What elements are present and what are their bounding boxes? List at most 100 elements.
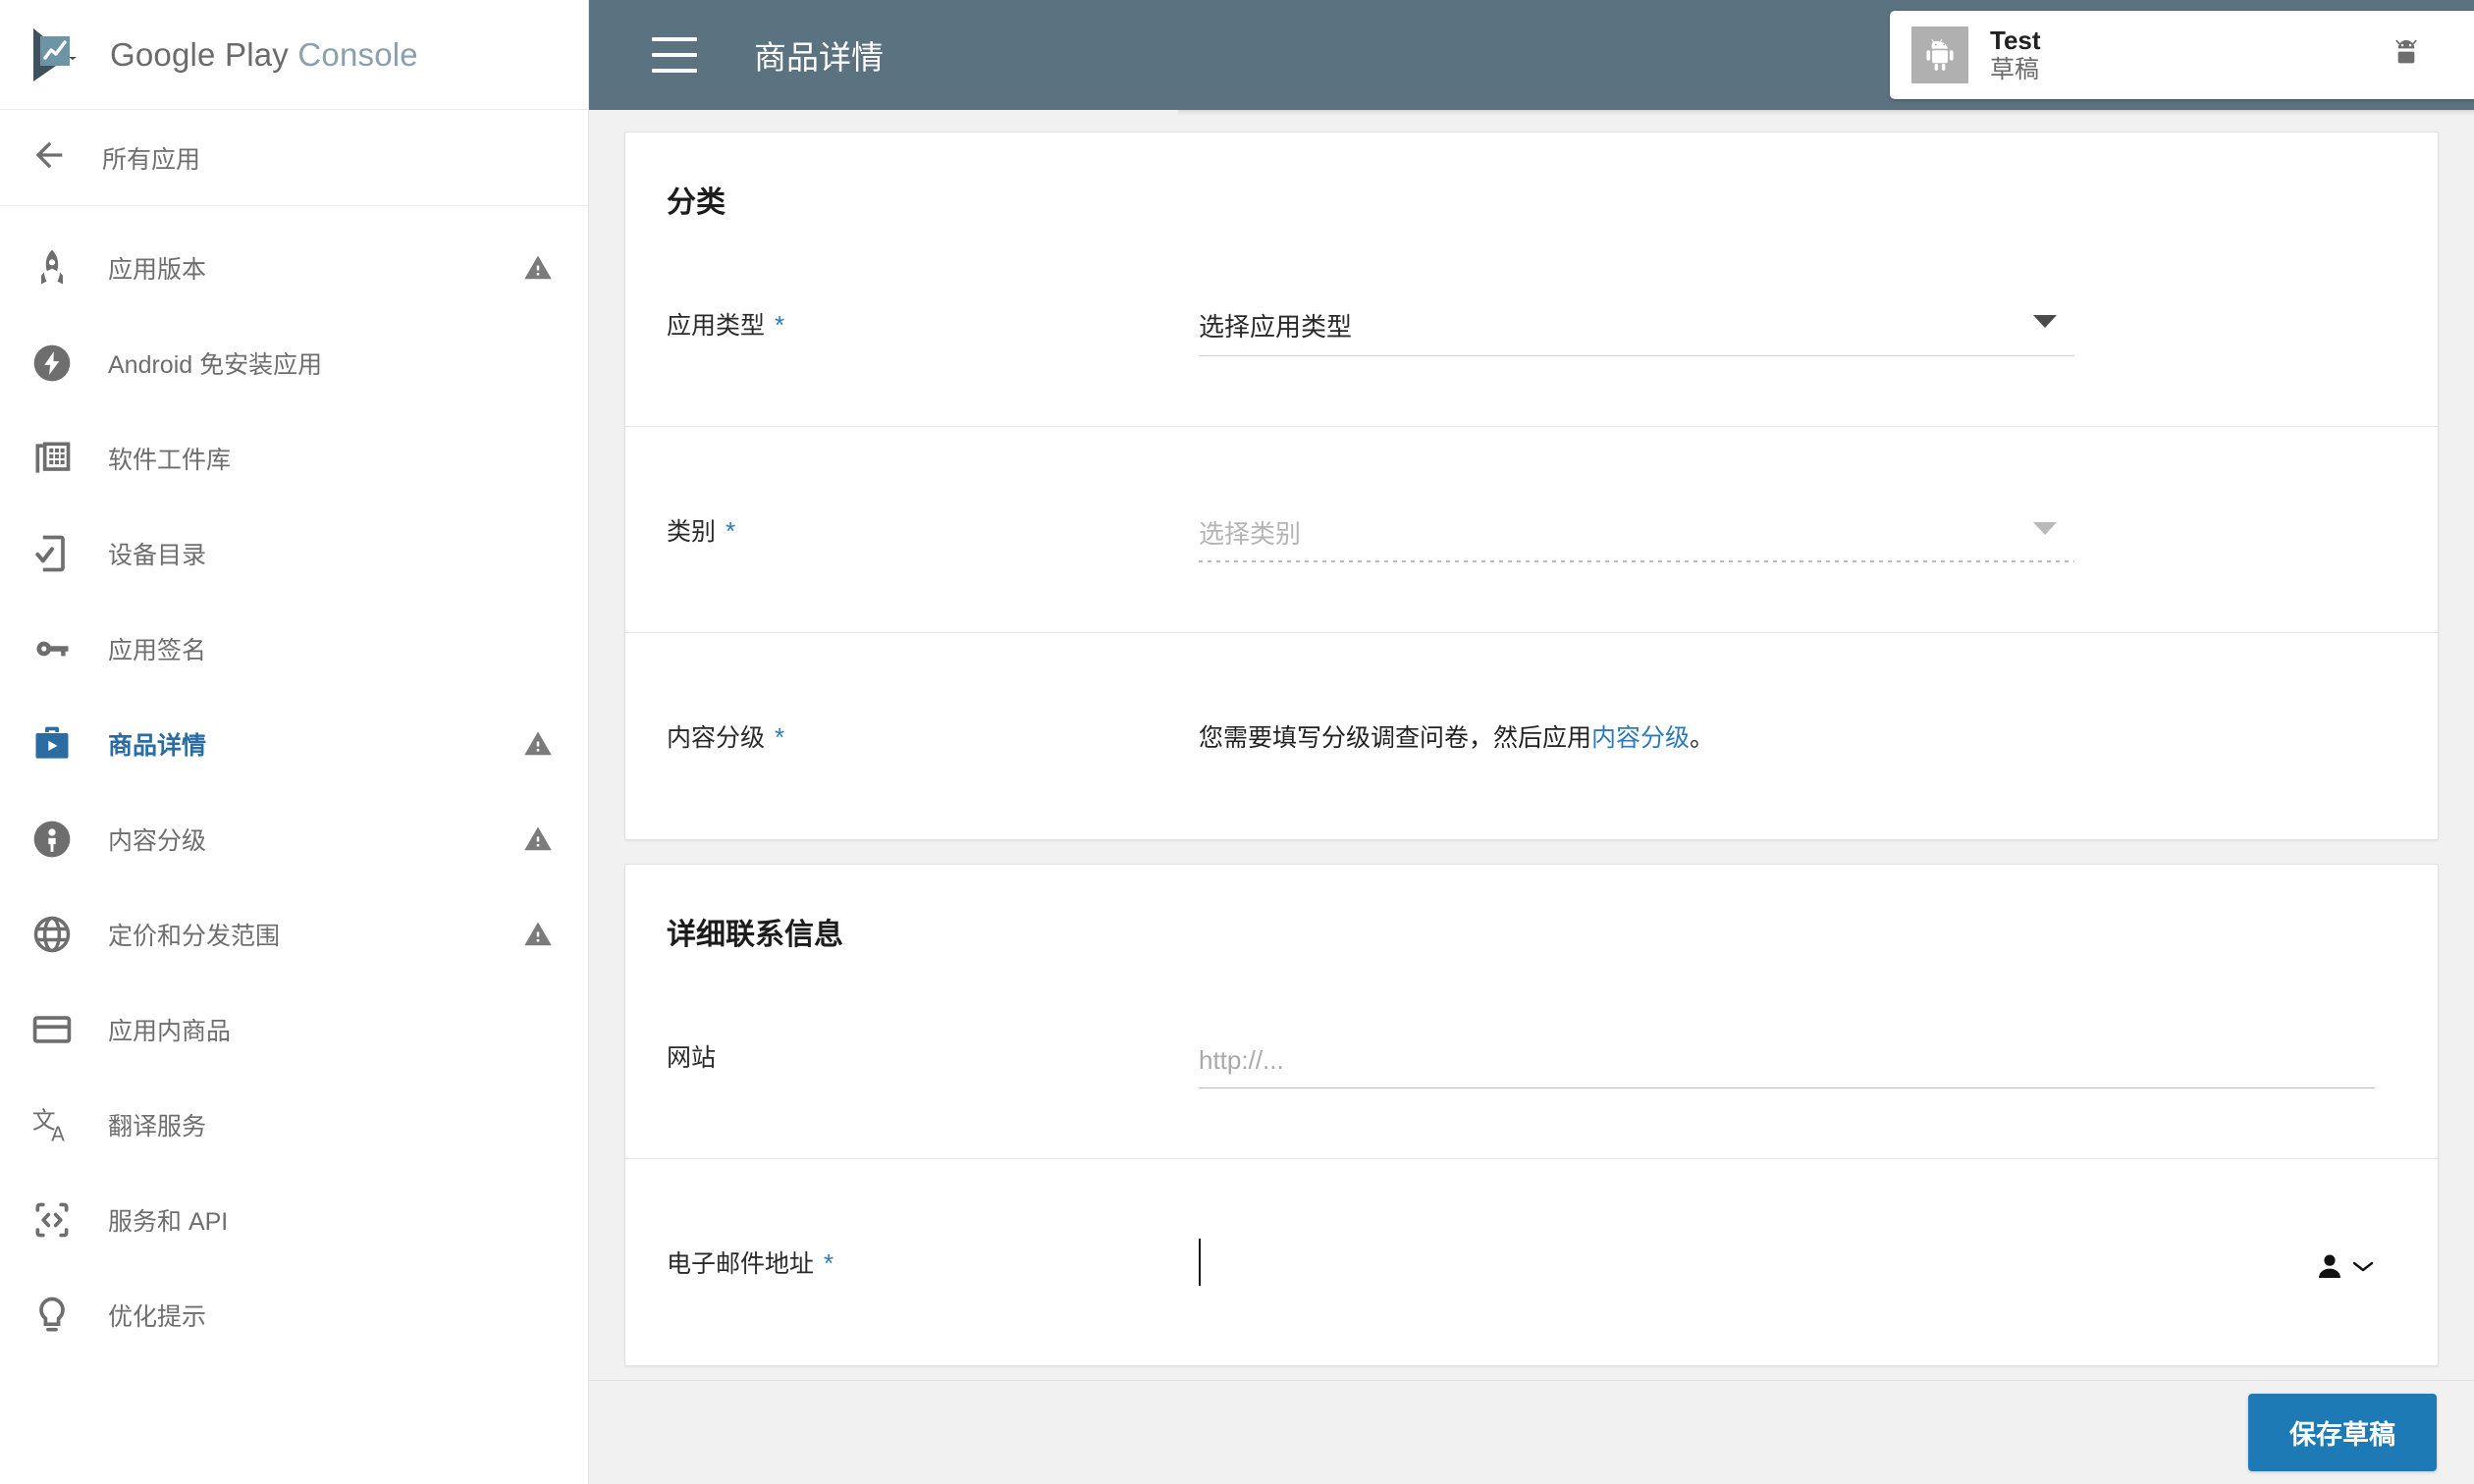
globe-icon — [29, 912, 75, 957]
sidebar-item-label: 应用版本 — [108, 255, 207, 284]
sidebar-item-label: Android 免安装应用 — [108, 350, 323, 379]
field-label: 类别 * — [667, 512, 1199, 548]
sidebar-item-label: 商品详情 — [108, 731, 207, 760]
key-icon — [29, 626, 75, 671]
required-asterisk: * — [775, 722, 785, 752]
top-bar-actions — [2191, 0, 2437, 110]
field-label-text: 网站 — [667, 1043, 717, 1072]
note-text-after: 。 — [1690, 724, 1715, 752]
required-asterisk: * — [824, 1248, 834, 1278]
field-control: 选择类别 — [1199, 498, 2396, 562]
row-email: 电子邮件地址 * — [625, 1159, 2438, 1365]
website-placeholder: http://... — [1199, 1044, 1284, 1075]
warning-triangle-icon — [523, 920, 553, 949]
person-icon — [2314, 1250, 2345, 1287]
sidebar-nav-list: 应用版本 Android 免安装应用 软件工件库 设备目录 应用签名 商品详情 … — [0, 206, 588, 1362]
main-area: 商品详情 Test 草稿 分类 应用类型 * 选择应用类型 类别 * 选择类别 … — [589, 0, 2474, 1484]
dropdown-triangle-icon — [2033, 314, 2057, 334]
field-label-text: 内容分级 — [667, 724, 766, 752]
arrow-left-icon — [29, 135, 69, 180]
question-icon[interactable] — [2284, 29, 2335, 80]
contact-picker-button[interactable] — [2314, 1250, 2375, 1287]
app-status: 草稿 — [1990, 55, 2040, 83]
sidebar-item-content-rating[interactable]: 内容分级 — [0, 791, 588, 886]
sidebar-item-label: 内容分级 — [108, 826, 207, 855]
content-scroll-area[interactable]: 分类 应用类型 * 选择应用类型 类别 * 选择类别 内容分级 * 您需要填写分… — [589, 110, 2474, 1484]
bolt-circle-icon — [29, 341, 75, 386]
application-type-select[interactable]: 选择应用类型 — [1199, 292, 2074, 356]
field-label: 网站 — [667, 1038, 1199, 1074]
row-content-rating: 内容分级 * 您需要填写分级调查问卷，然后应用内容分级。 — [625, 633, 2438, 839]
content-rating-icon — [29, 817, 75, 862]
android-robot-icon — [1911, 26, 1968, 83]
svg-text:A: A — [51, 1122, 65, 1145]
sidebar-item-label: 优化提示 — [108, 1302, 207, 1331]
sidebar-item-services-apis[interactable]: 服务和 API — [0, 1172, 588, 1267]
sidebar-item-all-apps[interactable]: 所有应用 — [0, 110, 588, 206]
brand-console: Console — [297, 35, 418, 73]
sidebar-item-label: 所有应用 — [102, 145, 201, 174]
warning-triangle-icon — [523, 253, 553, 283]
warning-triangle-icon — [523, 729, 553, 759]
field-label: 应用类型 * — [667, 306, 1199, 342]
hamburger-menu-icon[interactable] — [652, 37, 697, 73]
device-catalog-icon — [29, 531, 75, 576]
required-asterisk: * — [726, 515, 736, 546]
sidebar: Google Play Console 所有应用 应用版本 Android 免安… — [0, 0, 589, 1484]
brand-header[interactable]: Google Play Console — [0, 0, 588, 110]
chevron-down-icon — [2351, 1258, 2375, 1279]
save-draft-button[interactable]: 保存草稿 — [2248, 1394, 2437, 1471]
android-avatar-icon[interactable] — [2376, 25, 2437, 85]
content-rating-note: 您需要填写分级调查问卷，然后应用内容分级。 — [1199, 718, 2375, 754]
code-brackets-icon — [29, 1197, 75, 1243]
artifact-library-icon — [29, 436, 75, 481]
field-label-text: 电子邮件地址 — [667, 1250, 815, 1278]
category-select[interactable]: 选择类别 — [1199, 498, 2074, 562]
brand-wordmark: Google Play Console — [110, 36, 418, 74]
sidebar-item-label: 应用内商品 — [108, 1017, 232, 1045]
field-control: http://... — [1199, 1024, 2396, 1088]
field-control: 您需要填写分级调查问卷，然后应用内容分级。 — [1199, 718, 2396, 754]
select-value: 选择应用类型 — [1199, 311, 1353, 342]
sidebar-item-app-releases[interactable]: 应用版本 — [0, 220, 588, 315]
footer-action-bar: 保存草稿 — [589, 1380, 2474, 1484]
app-name: Test — [1990, 25, 2041, 55]
dropdown-triangle-icon — [2033, 521, 2057, 541]
sidebar-item-store-listing[interactable]: 商品详情 — [0, 696, 588, 791]
sidebar-item-label: 软件工件库 — [108, 446, 232, 474]
rocket-icon — [29, 245, 75, 291]
bell-icon[interactable] — [2191, 29, 2242, 80]
play-console-logo-icon — [27, 26, 88, 83]
website-input-wrapper[interactable]: http://... — [1199, 1024, 2375, 1088]
row-category: 类别 * 选择类别 — [625, 427, 2438, 633]
select-value: 选择类别 — [1199, 518, 1302, 549]
credit-card-icon — [29, 1007, 75, 1052]
warning-triangle-icon — [523, 824, 553, 854]
sidebar-item-label: 定价和分发范围 — [108, 922, 281, 950]
sidebar-item-optimization-tips[interactable]: 优化提示 — [0, 1267, 588, 1362]
lightbulb-icon — [29, 1293, 75, 1338]
sidebar-item-label: 应用签名 — [108, 636, 207, 664]
sidebar-item-android-instant-apps[interactable]: Android 免安装应用 — [0, 315, 588, 410]
sidebar-item-translation-service[interactable]: 文 A 翻译服务 — [0, 1077, 588, 1172]
email-input-wrapper[interactable] — [1199, 1230, 2375, 1295]
store-listing-icon — [29, 721, 75, 767]
page-title: 商品详情 — [754, 39, 884, 76]
field-control: 选择应用类型 — [1199, 292, 2396, 356]
top-app-bar: 商品详情 Test 草稿 — [589, 0, 2474, 110]
sidebar-item-in-app-products[interactable]: 应用内商品 — [0, 981, 588, 1077]
field-label: 电子邮件地址 * — [667, 1245, 1199, 1280]
required-asterisk: * — [775, 309, 785, 340]
note-text-before: 您需要填写分级调查问卷，然后应用 — [1199, 724, 1592, 752]
app-selector-meta: Test 草稿 — [1990, 26, 2041, 84]
content-rating-link[interactable]: 内容分级 — [1591, 724, 1690, 752]
card-title: 分类 — [667, 186, 726, 219]
sidebar-item-label: 翻译服务 — [108, 1112, 207, 1140]
sidebar-item-device-catalog[interactable]: 设备目录 — [0, 505, 588, 601]
field-control — [1199, 1230, 2396, 1295]
sidebar-item-pricing-distribution[interactable]: 定价和分发范围 — [0, 886, 588, 981]
row-application-type: 应用类型 * 选择应用类型 — [625, 221, 2438, 427]
sidebar-item-artifact-library[interactable]: 软件工件库 — [0, 410, 588, 505]
sidebar-item-app-signing[interactable]: 应用签名 — [0, 601, 588, 696]
field-label-text: 应用类型 — [667, 311, 766, 340]
